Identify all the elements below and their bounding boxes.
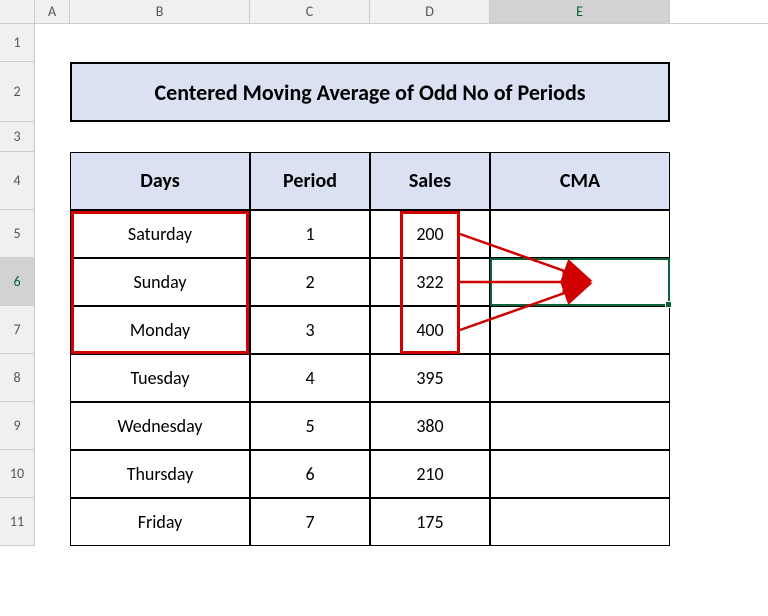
rowhead-9[interactable]: 9 — [0, 402, 35, 450]
rowhead-11[interactable]: 11 — [0, 498, 35, 546]
cell-D6[interactable]: 322 — [370, 258, 490, 306]
cell-C6[interactable]: 2 — [250, 258, 370, 306]
cell-E9[interactable] — [490, 402, 670, 450]
cell-B11[interactable]: Friday — [70, 498, 250, 546]
header-period[interactable]: Period — [250, 152, 370, 210]
rowhead-6[interactable]: 6 — [0, 258, 35, 306]
header-days[interactable]: Days — [70, 152, 250, 210]
cell-E11[interactable] — [490, 498, 670, 546]
cell-B6[interactable]: Sunday — [70, 258, 250, 306]
header-cma[interactable]: CMA — [490, 152, 670, 210]
rowhead-3[interactable]: 3 — [0, 122, 35, 152]
cell-C7[interactable]: 3 — [250, 306, 370, 354]
colhead-C[interactable]: C — [250, 0, 370, 23]
rowhead-4[interactable]: 4 — [0, 152, 35, 210]
cell-B9[interactable]: Wednesday — [70, 402, 250, 450]
cell-E7[interactable] — [490, 306, 670, 354]
cell-C10[interactable]: 6 — [250, 450, 370, 498]
rowhead-5[interactable]: 5 — [0, 210, 35, 258]
rowhead-8[interactable]: 8 — [0, 354, 35, 402]
rowhead-1[interactable]: 1 — [0, 24, 35, 62]
rowhead-2[interactable]: 2 — [0, 62, 35, 122]
colhead-E[interactable]: E — [490, 0, 670, 23]
colhead-A[interactable]: A — [35, 0, 70, 23]
cell-C5[interactable]: 1 — [250, 210, 370, 258]
title-cell[interactable]: Centered Moving Average of Odd No of Per… — [70, 62, 670, 122]
cell-B10[interactable]: Thursday — [70, 450, 250, 498]
cell-E8[interactable] — [490, 354, 670, 402]
cell-C11[interactable]: 7 — [250, 498, 370, 546]
watermark-tagline: EXCEL · DATA · BI — [355, 0, 436, 2]
cell-D9[interactable]: 380 — [370, 402, 490, 450]
cell-E5[interactable] — [490, 210, 670, 258]
cell-E6[interactable] — [490, 258, 670, 306]
cell-C9[interactable]: 5 — [250, 402, 370, 450]
cell-D11[interactable]: 175 — [370, 498, 490, 546]
watermark: exceldemy EXCEL · DATA · BI — [331, 0, 436, 2]
cell-B5[interactable]: Saturday — [70, 210, 250, 258]
column-headers: A B C D E — [0, 0, 768, 24]
cell-B8[interactable]: Tuesday — [70, 354, 250, 402]
cell-D10[interactable]: 210 — [370, 450, 490, 498]
cell-E10[interactable] — [490, 450, 670, 498]
cell-D8[interactable]: 395 — [370, 354, 490, 402]
header-sales[interactable]: Sales — [370, 152, 490, 210]
colhead-D[interactable]: D — [370, 0, 490, 23]
cell-B7[interactable]: Monday — [70, 306, 250, 354]
rowhead-10[interactable]: 10 — [0, 450, 35, 498]
cell-C8[interactable]: 4 — [250, 354, 370, 402]
select-all-corner[interactable] — [0, 0, 35, 23]
row-headers: 1 2 3 4 5 6 7 8 9 10 11 — [0, 24, 35, 546]
colhead-B[interactable]: B — [70, 0, 250, 23]
cell-D5[interactable]: 200 — [370, 210, 490, 258]
rowhead-7[interactable]: 7 — [0, 306, 35, 354]
cell-D7[interactable]: 400 — [370, 306, 490, 354]
spreadsheet: A B C D E 1 2 3 4 5 6 7 8 9 10 11 Center… — [0, 0, 768, 24]
